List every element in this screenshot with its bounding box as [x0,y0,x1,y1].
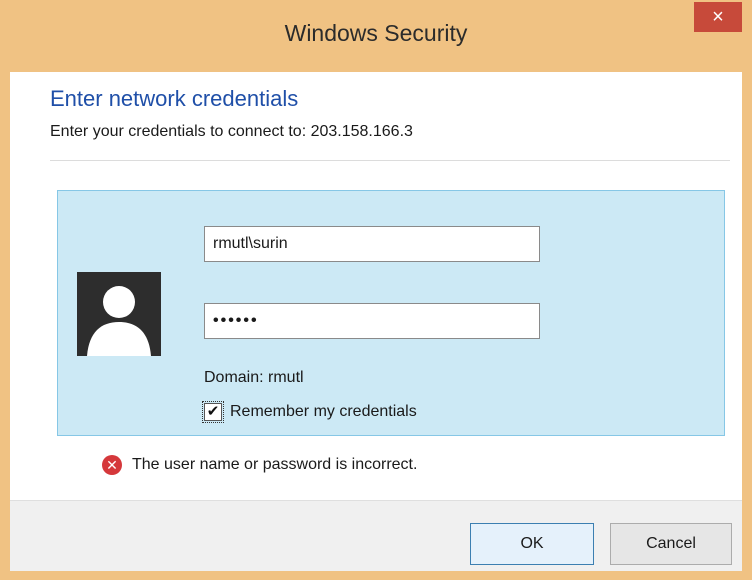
password-mask: •••••• [213,312,259,329]
username-input[interactable]: rmutl\surin [204,226,540,262]
dialog-heading: Enter network credentials [50,86,299,111]
password-input[interactable]: •••••• [204,303,540,339]
dialog-subheading: Enter your credentials to connect to: 20… [50,123,413,140]
error-message: The user name or password is incorrect. [132,456,418,473]
security-dialog-window: Windows Security × Enter network credent… [0,0,752,580]
credential-tile[interactable]: rmutl\surin •••••• Domain: rmutl ✔ Remem… [57,190,725,436]
user-silhouette-icon [77,272,161,356]
close-button[interactable]: × [694,2,742,32]
button-bar: OK Cancel [10,500,742,571]
dialog-content: Enter network credentials Enter your cre… [10,72,742,571]
remember-credentials-row[interactable]: ✔ Remember my credentials [202,401,417,423]
domain-label: Domain: rmutl [204,369,304,386]
remember-checkbox[interactable]: ✔ [202,401,224,423]
close-icon: × [712,6,724,28]
error-circle-icon: ✕ [102,455,122,475]
error-message-row: ✕ The user name or password is incorrect… [102,455,417,475]
cancel-button[interactable]: Cancel [610,523,732,565]
username-value: rmutl\surin [213,235,288,252]
remember-label: Remember my credentials [230,403,417,420]
divider [50,160,730,161]
window-title: Windows Security [284,20,468,46]
checkmark-icon: ✔ [206,403,220,420]
ok-button[interactable]: OK [470,523,594,565]
title-bar[interactable]: Windows Security × [2,2,750,72]
